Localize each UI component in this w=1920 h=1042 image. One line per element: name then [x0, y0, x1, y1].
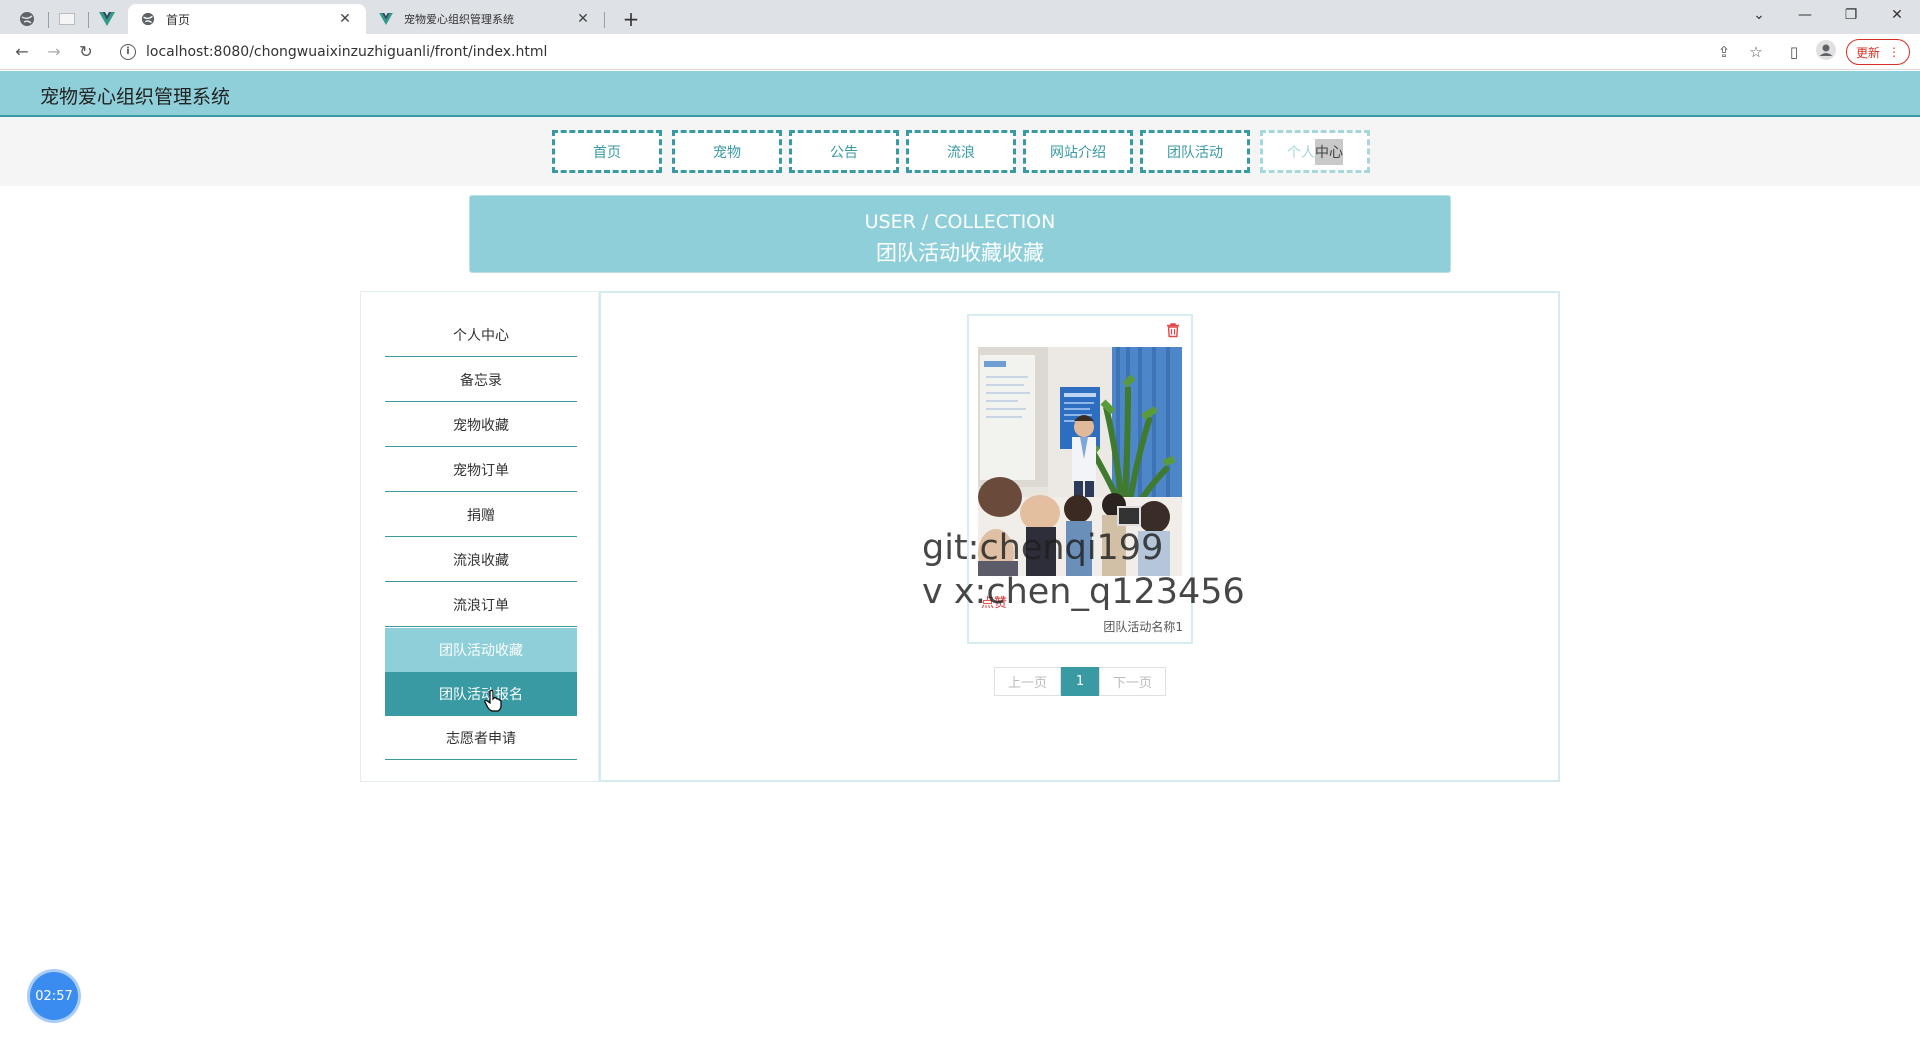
globe-icon: [140, 11, 156, 27]
nav-notice[interactable]: 公告: [789, 130, 899, 173]
sidebar-item-pet-orders[interactable]: 宠物订单: [385, 448, 577, 492]
close-icon[interactable]: ✕: [574, 11, 592, 27]
close-icon[interactable]: ✕: [336, 11, 354, 27]
sidebar-item-volunteer-apply[interactable]: 志愿者申请: [385, 716, 577, 760]
profile-icon[interactable]: [1814, 40, 1838, 64]
nav-about[interactable]: 网站介绍: [1023, 130, 1133, 173]
vue-logo-icon: [378, 11, 394, 27]
nav-personal-center-part2: 中心: [1315, 138, 1343, 165]
new-tab-button[interactable]: +: [617, 5, 645, 33]
share-icon[interactable]: ⇪: [1712, 40, 1736, 64]
nav-home[interactable]: 首页: [552, 130, 662, 173]
pinned-tab-globe[interactable]: [10, 4, 44, 34]
tab-system[interactable]: 宠物爱心组织管理系统 ✕: [366, 4, 604, 34]
page-banner: USER / COLLECTION 团队活动收藏收藏: [469, 195, 1451, 273]
sidebar-item-stray-orders[interactable]: 流浪订单: [385, 583, 577, 627]
tab-title: 宠物爱心组织管理系统: [404, 13, 514, 26]
more-menu-icon: ⋮: [1888, 45, 1900, 59]
tab-home[interactable]: 首页 ✕: [128, 4, 366, 34]
pinned-tab-blank[interactable]: [50, 4, 84, 34]
nav-stray[interactable]: 流浪: [906, 130, 1016, 173]
main-nav: 首页 宠物 公告 流浪 网站介绍 团队活动 个人 中心: [0, 117, 1920, 186]
vue-logo-icon: [99, 12, 115, 26]
site-title: 宠物爱心组织管理系统: [40, 86, 231, 108]
nav-personal-center-part1: 个人: [1287, 144, 1315, 161]
sidebar-item-personal-center[interactable]: 个人中心: [385, 313, 577, 357]
sidebar-item-donation[interactable]: 捐赠: [385, 493, 577, 537]
sidebar-item-pet-collection[interactable]: 宠物收藏: [385, 403, 577, 447]
nav-pets[interactable]: 宠物: [672, 130, 782, 173]
back-button[interactable]: ←: [8, 38, 36, 66]
forward-button[interactable]: →: [40, 38, 68, 66]
pagination: 上一页 1 下一页: [994, 667, 1166, 696]
watermark-line1: git:chenqi199: [922, 528, 1164, 568]
url-field[interactable]: i localhost:8080/chongwuaixinzuzhiguanli…: [108, 38, 1728, 66]
next-page-button[interactable]: 下一页: [1099, 667, 1166, 696]
nav-team-activity[interactable]: 团队活动: [1140, 130, 1250, 173]
hand-cursor-icon: [484, 689, 502, 716]
restore-button[interactable]: ❐: [1828, 0, 1874, 30]
address-bar-row: ← → ↻ i localhost:8080/chongwuaixinzuzhi…: [0, 34, 1920, 70]
sidebar-item-stray-collection[interactable]: 流浪收藏: [385, 538, 577, 582]
side-panel-icon[interactable]: ▯: [1782, 40, 1806, 64]
pinned-tab-vue[interactable]: [90, 4, 124, 34]
tab-title: 首页: [166, 12, 191, 27]
sidebar-item-activity-signup[interactable]: 团队活动报名: [385, 672, 577, 716]
nav-personal-center[interactable]: 个人 中心: [1260, 130, 1370, 173]
url-text: localhost:8080/chongwuaixinzuzhiguanli/f…: [146, 44, 548, 60]
globe-icon: [20, 12, 34, 26]
sidebar-item-activity-collection[interactable]: 团队活动收藏: [385, 628, 577, 672]
sidebar-item-memo[interactable]: 备忘录: [385, 358, 577, 402]
watermark-line2: v x:chen_q123456: [922, 572, 1245, 612]
watermark: git:chenqi199 v x:chen_q123456: [922, 526, 1245, 614]
banner-chinese: 团队活动收藏收藏: [876, 241, 1044, 265]
page-number-button[interactable]: 1: [1061, 667, 1099, 696]
page-icon: [59, 13, 75, 25]
minimize-button[interactable]: —: [1782, 0, 1828, 30]
update-label: 更新: [1855, 45, 1880, 60]
tab-search-icon[interactable]: ⌄: [1736, 0, 1782, 30]
browser-tab-bar: 首页 ✕ 宠物爱心组织管理系统 ✕ + ⌄ — ❐ ✕: [0, 0, 1920, 34]
reload-button[interactable]: ↻: [72, 38, 100, 66]
info-icon[interactable]: i: [120, 44, 136, 60]
site-header: 宠物爱心组织管理系统: [0, 71, 1920, 117]
user-sidebar: 个人中心 备忘录 宠物收藏 宠物订单 捐赠 流浪收藏 流浪订单 团队活动收藏 团…: [360, 291, 599, 782]
star-icon[interactable]: ☆: [1744, 40, 1768, 64]
activity-name: 团队活动名称1: [1103, 620, 1183, 634]
trash-icon[interactable]: [1165, 322, 1181, 342]
banner-english: USER / COLLECTION: [864, 211, 1056, 233]
update-button[interactable]: 更新 ⋮: [1846, 39, 1910, 65]
prev-page-button[interactable]: 上一页: [994, 667, 1061, 696]
close-window-button[interactable]: ✕: [1874, 0, 1920, 30]
recording-timer[interactable]: 02:57: [30, 972, 78, 1020]
